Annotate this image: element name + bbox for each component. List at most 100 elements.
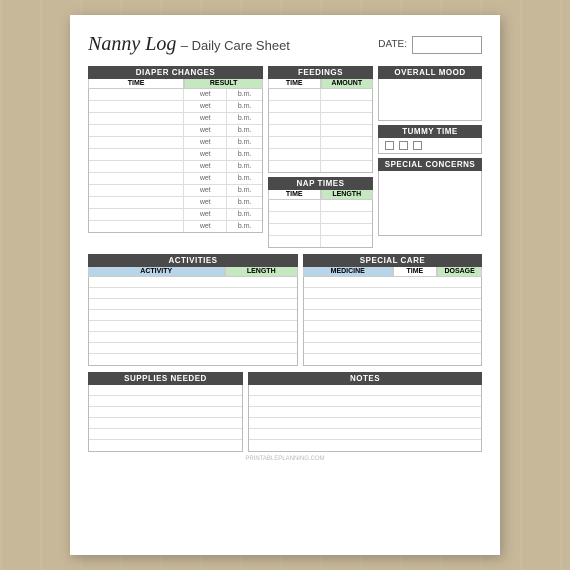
table-row [89,396,242,407]
table-row [269,101,372,113]
sc-dosage-col-header: DOSAGE [437,267,482,277]
table-row [304,354,481,365]
special-care-table [303,277,482,366]
footer: PRINTABLEPLANNING.COM [88,456,482,462]
table-row [269,161,372,172]
table-row [269,212,372,224]
tummy-header: TUMMY TIME [378,125,482,138]
special-concerns-section: SPECIAL CONCERNS [378,158,482,236]
notes-section: NOTES [248,372,482,452]
header: Nanny Log – Daily Care Sheet DATE: [88,33,482,56]
feedings-time-header: TIME [268,79,321,89]
diaper-header: DIAPER CHANGES [88,66,263,79]
title-italic: Nanny Log [88,33,176,55]
tummy-time-section: TUMMY TIME [378,125,482,154]
date-input[interactable] [412,36,482,54]
sc-time-col-header: TIME [393,267,438,277]
table-row [89,288,297,299]
table-row: wetb.m. [89,125,262,137]
table-row [304,343,481,354]
top-section: DIAPER CHANGES TIME RESULT wetb.m. wetb.… [88,66,482,248]
table-row: wetb.m. [89,197,262,209]
activity-col-header: ACTIVITY [88,267,225,277]
feedings-nap-section: FEEDINGS TIME AMOUNT NAP [268,66,373,248]
supplies-section: SUPPLIES NEEDED [88,372,243,452]
page-title: Nanny Log – Daily Care Sheet [88,33,290,56]
table-row [269,236,372,247]
table-row: wetb.m. [89,161,262,173]
feedings-header: FEEDINGS [268,66,373,79]
table-row [304,332,481,343]
table-row [249,396,481,407]
supplies-table [88,385,243,452]
title-sub: – Daily Care Sheet [181,38,290,53]
table-row [249,440,481,451]
tummy-checkbox-3[interactable] [413,141,422,150]
nap-length-header: LENGTH [321,190,374,200]
mood-content [378,79,482,121]
table-row: wetb.m. [89,173,262,185]
table-row [269,125,372,137]
medicine-col-header: MEDICINE [303,267,393,277]
table-row: wetb.m. [89,89,262,101]
table-row [304,299,481,310]
nap-time-header: TIME [268,190,321,200]
tummy-content [378,138,482,154]
table-row [304,288,481,299]
table-row: wetb.m. [89,209,262,221]
table-row: wetb.m. [89,101,262,113]
special-care-header: SPECIAL CARE [303,254,482,267]
table-row [249,429,481,440]
date-area: DATE: [378,36,482,54]
table-row [89,429,242,440]
table-row [269,137,372,149]
feedings-col-headers: TIME AMOUNT [268,79,373,89]
overall-mood-section: OVERALL MOOD [378,66,482,121]
table-row [89,385,242,396]
table-row [89,299,297,310]
supplies-header: SUPPLIES NEEDED [88,372,243,385]
diaper-col-headers: TIME RESULT [88,79,263,89]
table-row [304,310,481,321]
bottom-section: SUPPLIES NEEDED NOTES [88,372,482,452]
table-row [89,332,297,343]
table-row [89,440,242,451]
middle-section: ACTIVITIES ACTIVITY LENGTH SPECIAL CARE … [88,254,482,366]
table-row [269,113,372,125]
table-row: wetb.m. [89,221,262,232]
special-care-col-headers: MEDICINE TIME DOSAGE [303,267,482,277]
table-row: wetb.m. [89,149,262,161]
nap-table [268,200,373,248]
table-row [269,149,372,161]
notes-header: NOTES [248,372,482,385]
table-row [269,224,372,236]
diaper-time-header: TIME [88,79,184,89]
special-concerns-header: SPECIAL CONCERNS [378,158,482,171]
diaper-table: wetb.m. wetb.m. wetb.m. wetb.m. wetb.m. … [88,89,263,233]
activities-section: ACTIVITIES ACTIVITY LENGTH [88,254,298,366]
table-row [89,343,297,354]
tummy-checkbox-2[interactable] [399,141,408,150]
table-row [269,89,372,101]
table-row [304,277,481,288]
table-row [249,385,481,396]
nap-col-headers: TIME LENGTH [268,190,373,200]
table-row [304,321,481,332]
activities-table [88,277,298,366]
table-row [89,407,242,418]
date-label: DATE: [378,39,407,50]
table-row [89,418,242,429]
mood-header: OVERALL MOOD [378,66,482,79]
tummy-checkbox-1[interactable] [385,141,394,150]
table-row: wetb.m. [89,137,262,149]
special-care-section: SPECIAL CARE MEDICINE TIME DOSAGE [303,254,482,366]
diaper-result-header: RESULT [184,79,263,89]
feedings-section: FEEDINGS TIME AMOUNT [268,66,373,173]
table-row [249,418,481,429]
diaper-changes-section: DIAPER CHANGES TIME RESULT wetb.m. wetb.… [88,66,263,248]
table-row [89,277,297,288]
page: Nanny Log – Daily Care Sheet DATE: DIAPE… [70,15,500,555]
feedings-amount-header: AMOUNT [321,79,374,89]
feedings-table [268,89,373,173]
activity-length-header: LENGTH [225,267,299,277]
